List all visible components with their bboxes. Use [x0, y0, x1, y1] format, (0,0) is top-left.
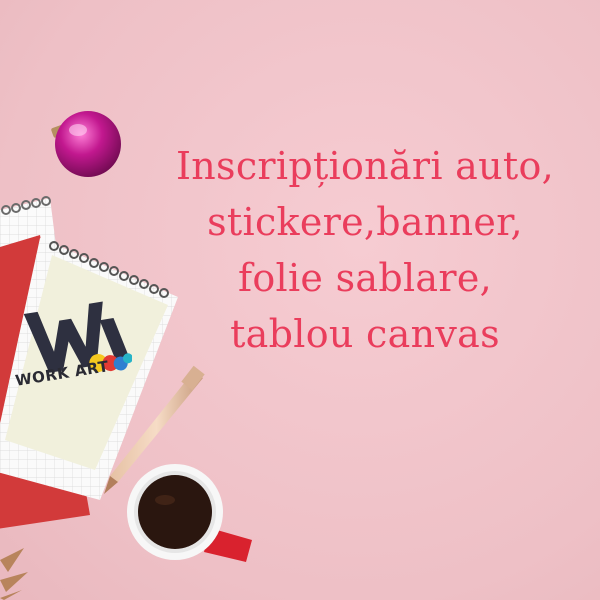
headline-line-1: Inscripționări auto, [175, 144, 555, 188]
headline-line-3: folie sablare, [237, 256, 493, 300]
pine-sprig [0, 548, 28, 600]
background: WORK ART Inscripționări auto, stickere,b… [0, 0, 600, 600]
christmas-ornament [51, 111, 121, 177]
headline-line-4: tablou canvas [230, 312, 500, 356]
coffee-cup [127, 464, 252, 562]
headline-line-2: stickere,banner, [207, 200, 523, 244]
headline: Inscripționări auto, stickere,banner, fo… [130, 138, 600, 362]
